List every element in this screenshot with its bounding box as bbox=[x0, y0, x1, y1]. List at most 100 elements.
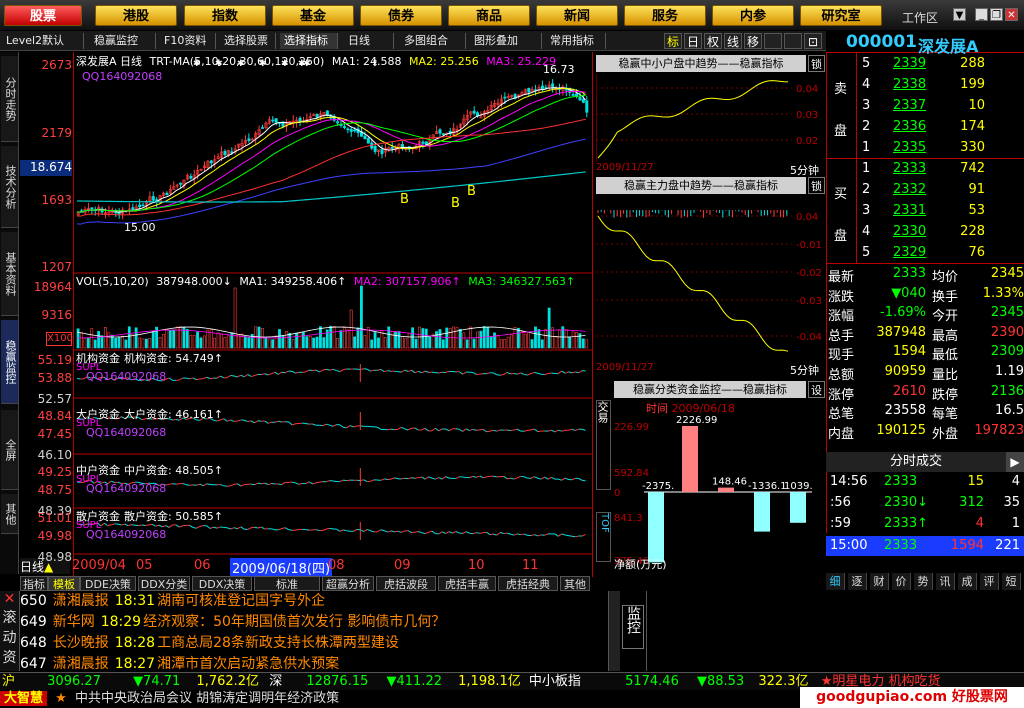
menu-2[interactable]: 指数 bbox=[184, 5, 266, 26]
monitor-button[interactable]: 监控 bbox=[622, 605, 644, 649]
settings-button[interactable]: 设 bbox=[808, 381, 825, 398]
quote-tab[interactable]: 价 bbox=[892, 573, 911, 590]
toolbar-item[interactable]: Level2默认 bbox=[2, 33, 84, 49]
trade-side-tab[interactable]: 交易 bbox=[596, 400, 611, 490]
news-side-tab[interactable]: ✕ 滚 动 资 bbox=[0, 591, 20, 671]
menu-4[interactable]: 债券 bbox=[360, 5, 442, 26]
toolbar-small-button[interactable]: 日 bbox=[684, 33, 702, 49]
toolbar-item[interactable]: 选择指标 bbox=[280, 33, 338, 49]
bottom-tab[interactable]: 标准 bbox=[254, 576, 320, 591]
buy-price[interactable]: 2333 bbox=[893, 161, 926, 176]
toolbar-small-button[interactable] bbox=[784, 33, 802, 49]
fund-flow-line bbox=[551, 372, 555, 375]
buy-volume: 91 bbox=[968, 182, 985, 197]
left-tab[interactable]: 分时走势 bbox=[1, 56, 18, 142]
left-tab[interactable]: 基本资料 bbox=[1, 232, 18, 316]
left-tab[interactable]: 技术分析 bbox=[1, 146, 18, 228]
buy-price[interactable]: 2332 bbox=[893, 182, 926, 197]
news-row[interactable]: 648 长沙晚报 18:28 工商总局28条新政支持长株潭两型建设 bbox=[20, 633, 608, 654]
menu-8[interactable]: 内参 bbox=[712, 5, 794, 26]
toolbar-item[interactable]: 常用指标 bbox=[546, 33, 606, 49]
close-window-icon[interactable]: ✕ bbox=[1005, 8, 1018, 21]
menu-9[interactable]: 研究室 bbox=[800, 5, 882, 26]
play-icon[interactable]: ▶ bbox=[1006, 452, 1024, 472]
left-tab[interactable]: 其他 bbox=[1, 494, 18, 534]
bottom-tab[interactable]: DDX决策 bbox=[192, 576, 252, 591]
news-scrollbar[interactable] bbox=[608, 591, 620, 671]
quote-tab[interactable]: 逐 bbox=[848, 573, 867, 590]
left-tab[interactable]: 全屏 bbox=[1, 410, 18, 490]
fund-flow-line bbox=[243, 374, 248, 378]
bottom-tab[interactable]: 超赢分析 bbox=[322, 576, 374, 591]
toolbar-small-button[interactable]: 移 bbox=[744, 33, 762, 49]
price-axis-tick: 2673 bbox=[41, 58, 72, 72]
bottom-tab[interactable]: DDX分类 bbox=[138, 576, 190, 591]
buy-price[interactable]: 2331 bbox=[893, 203, 926, 218]
news-row[interactable]: 647 潇湘晨报 18:27 湘潭市首次启动紧急供水预案 bbox=[20, 654, 608, 675]
fund-flow-line bbox=[158, 524, 163, 528]
bottom-tab[interactable]: 虎括丰赢 bbox=[438, 576, 496, 591]
toolbar-item[interactable]: 日线 bbox=[344, 33, 394, 49]
news-row[interactable]: 650 潇湘晨报 18:31 湖南可核准登记国字号外企 bbox=[20, 591, 608, 612]
stat-value: 1.19 bbox=[995, 364, 1024, 379]
fund-bar bbox=[718, 487, 734, 492]
quote-tab[interactable]: 短 bbox=[1002, 573, 1021, 590]
candle-body bbox=[315, 113, 319, 118]
menu-3[interactable]: 基金 bbox=[272, 5, 354, 26]
menu-7[interactable]: 服务 bbox=[624, 5, 706, 26]
volume-indicator-name[interactable]: VOL(5,10,20) bbox=[76, 275, 149, 288]
quote-tab[interactable]: 细 bbox=[826, 573, 845, 590]
bottom-tab[interactable]: 虎括经典 bbox=[498, 576, 558, 591]
toolbar-item[interactable]: F10资料 bbox=[160, 33, 216, 49]
menu-5[interactable]: 商品 bbox=[448, 5, 530, 26]
tof-tab[interactable]: TOF bbox=[596, 512, 611, 562]
toolbar-item[interactable]: 多图组合 bbox=[400, 33, 466, 49]
sell-price[interactable]: 2338 bbox=[893, 77, 926, 92]
bottom-tab[interactable]: DDE决策 bbox=[80, 576, 136, 591]
bottom-tab[interactable]: 模板 bbox=[48, 576, 80, 591]
sell-price[interactable]: 2335 bbox=[893, 140, 926, 155]
sell-price[interactable]: 2339 bbox=[893, 56, 926, 71]
volume-ma1: MA1: 349258.406↑ bbox=[239, 275, 347, 288]
toolbar-item[interactable]: 图形叠加 bbox=[470, 33, 542, 49]
quote-tab[interactable]: 讯 bbox=[936, 573, 955, 590]
close-icon[interactable]: ✕ bbox=[0, 591, 19, 607]
brand-logo[interactable]: 大智慧 bbox=[0, 691, 48, 706]
sell-price[interactable]: 2337 bbox=[893, 98, 926, 113]
menu-6[interactable]: 新闻 bbox=[536, 5, 618, 26]
minimize-window-icon[interactable]: _ bbox=[975, 8, 988, 21]
restore-window-icon[interactable]: ❐ bbox=[990, 8, 1003, 21]
fund-flow-line bbox=[360, 479, 364, 482]
quote-tab[interactable]: 势 bbox=[914, 573, 933, 590]
menu-0[interactable]: 股票 bbox=[4, 5, 82, 26]
quote-tab[interactable]: 财 bbox=[870, 573, 889, 590]
lock-button[interactable]: 锁 bbox=[808, 177, 825, 194]
chart-indicator-name[interactable]: TRT-MA(5,10,20,30,60,120,250) bbox=[150, 55, 325, 68]
toolbar-small-button[interactable]: 标 bbox=[664, 33, 682, 49]
menu-1[interactable]: 港股 bbox=[95, 5, 177, 26]
candle-body bbox=[342, 126, 346, 128]
buy-price[interactable]: 2329 bbox=[893, 245, 926, 260]
fund-flow-line bbox=[547, 476, 552, 480]
left-tab[interactable]: 稳赢监控 bbox=[1, 320, 18, 404]
quote-tab[interactable]: 成 bbox=[958, 573, 977, 590]
lock-button[interactable]: 锁 bbox=[808, 55, 825, 72]
bottom-tab[interactable]: 虎括波段 bbox=[376, 576, 436, 591]
bottom-tab[interactable]: 指标 bbox=[20, 576, 48, 591]
sell-price[interactable]: 2336 bbox=[893, 119, 926, 134]
workspace-label[interactable]: 工作区 bbox=[902, 9, 938, 26]
toolbar-item[interactable]: 稳赢监控 bbox=[90, 33, 156, 49]
news-row[interactable]: 649 新华网 18:29 经济观察：50年期国债首次发行 影响债市几何？ bbox=[20, 612, 608, 633]
toolbar-small-button[interactable]: 线 bbox=[724, 33, 742, 49]
fund-flow-line bbox=[575, 371, 579, 374]
quote-tab[interactable]: 评 bbox=[980, 573, 999, 590]
toolbar-small-button[interactable]: 权 bbox=[704, 33, 722, 49]
buy-price[interactable]: 2330 bbox=[893, 224, 926, 239]
bottom-tab[interactable]: 其他 bbox=[560, 576, 590, 591]
toolbar-small-button[interactable]: ⊡ bbox=[804, 33, 822, 49]
toolbar-small-button[interactable] bbox=[764, 33, 782, 49]
minimize-icon[interactable]: ▼ bbox=[953, 8, 966, 21]
candle-body bbox=[230, 151, 234, 154]
toolbar-item[interactable]: 选择股票 bbox=[220, 33, 276, 49]
ticker-text[interactable]: 中共中央政治局会议 胡锦涛定调明年经济政策 bbox=[75, 691, 339, 706]
